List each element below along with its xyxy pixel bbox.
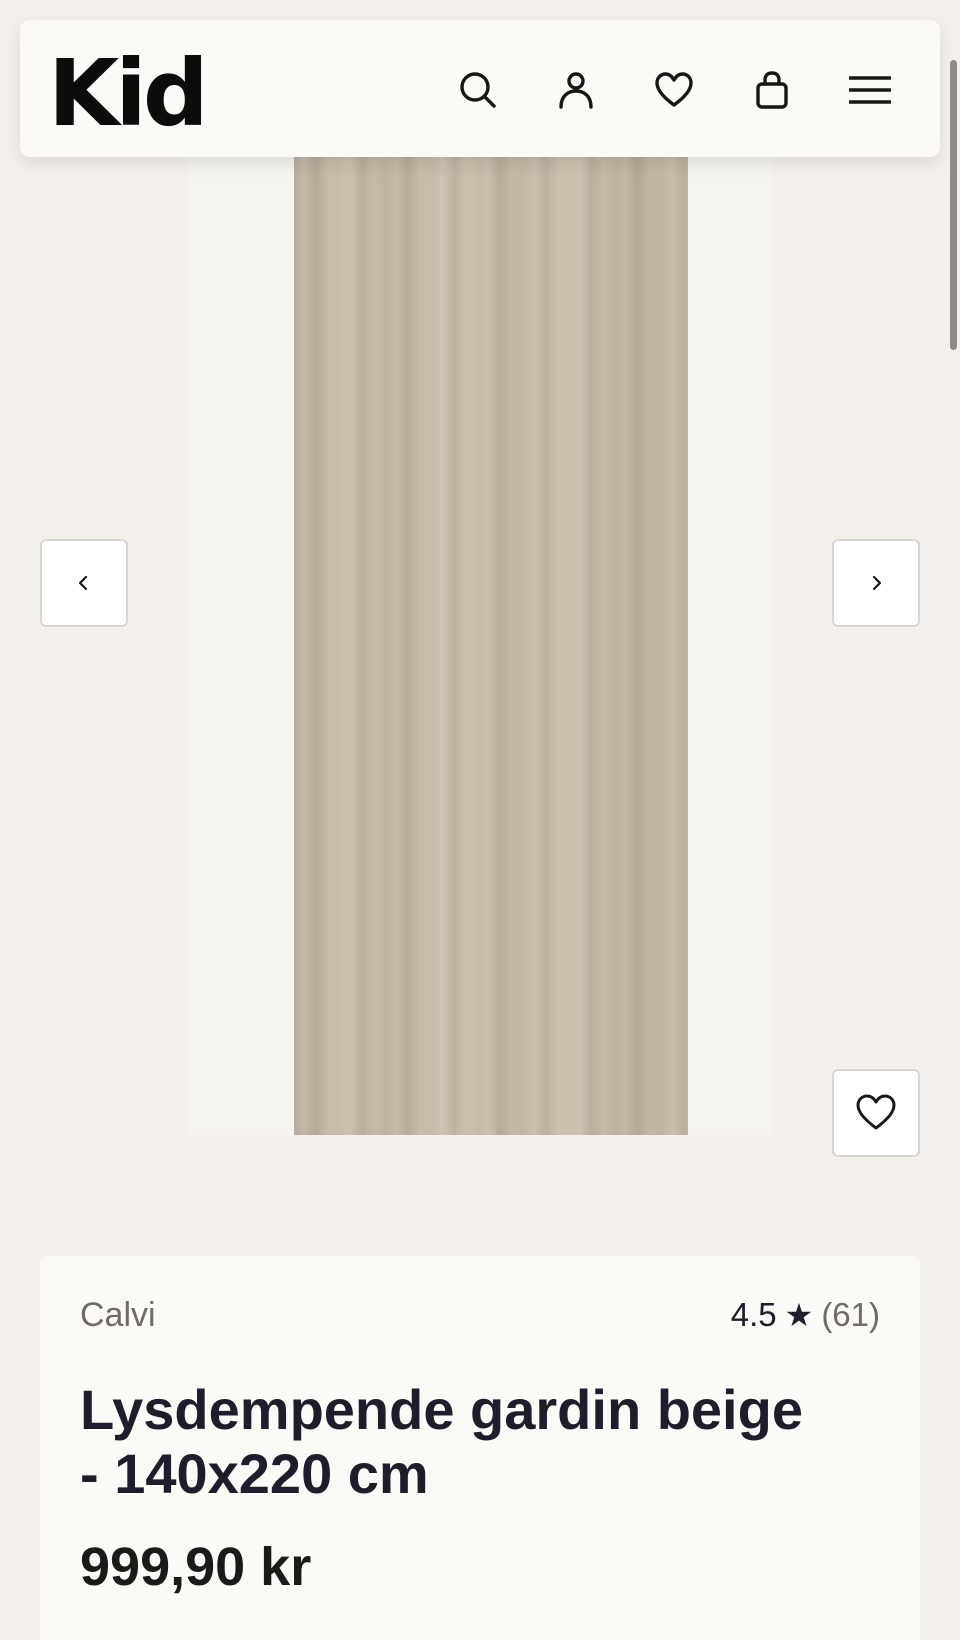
search-button[interactable] — [452, 64, 504, 116]
search-icon — [460, 72, 496, 108]
add-to-wishlist-button[interactable] — [832, 1069, 920, 1157]
next-image-button[interactable] — [832, 539, 920, 627]
site-header: Kid — [20, 20, 940, 157]
heart-icon — [856, 1094, 896, 1130]
product-brand[interactable]: Calvi — [80, 1296, 156, 1335]
star-icon: ★ — [784, 1296, 814, 1334]
chevron-left-icon — [78, 575, 88, 591]
account-button[interactable] — [550, 64, 602, 116]
menu-icon — [849, 76, 891, 104]
product-image-gallery — [0, 0, 960, 1157]
rating-count: (61) — [821, 1296, 880, 1333]
rating-score: 4.5 — [730, 1296, 777, 1333]
product-price: 999,90 kr — [80, 1537, 312, 1597]
user-icon — [559, 72, 593, 109]
menu-button[interactable] — [844, 64, 896, 116]
heart-icon — [655, 72, 693, 107]
chevron-right-icon — [872, 575, 882, 591]
product-info-card: Calvi 4.5 ★ (61) Lysdempende gardin beig… — [40, 1256, 920, 1640]
product-page: Kid Calvi 4.5 ★ (61) Lysdempende gardin … — [0, 0, 960, 1640]
product-rating[interactable]: 4.5 ★ (61) — [731, 1296, 880, 1334]
product-title: Lysdempende gardin beige - 140x220 cm — [80, 1378, 803, 1505]
bag-icon — [756, 71, 788, 109]
product-image[interactable] — [294, 150, 688, 1135]
previous-image-button[interactable] — [40, 539, 128, 627]
logo[interactable]: Kid — [48, 48, 209, 140]
page-scrollbar[interactable] — [950, 60, 957, 350]
cart-button[interactable] — [746, 64, 798, 116]
wishlist-button[interactable] — [648, 64, 700, 116]
